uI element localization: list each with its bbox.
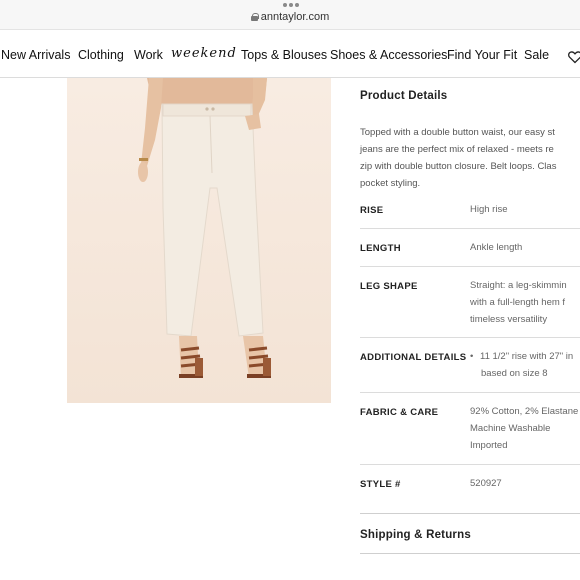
nav-shoes-accessories[interactable]: Shoes & Accessories: [330, 48, 447, 62]
url-text: anntaylor.com: [260, 11, 330, 23]
nav-find-your-fit[interactable]: Find Your Fit: [447, 48, 517, 62]
nav-new-arrivals[interactable]: New Arrivals: [1, 48, 70, 62]
nav-sale[interactable]: Sale: [524, 48, 549, 62]
browser-bar: anntaylor.com: [0, 0, 580, 30]
description-line: jeans are the perfect mix of relaxed - m…: [360, 144, 554, 155]
divider: [360, 266, 580, 267]
spec-value-fabric-care: Imported: [470, 440, 508, 451]
spec-value-style-number: 520927: [470, 478, 502, 489]
spec-label-additional-details: ADDITIONAL DETAILS: [360, 352, 467, 363]
more-dots-icon[interactable]: [283, 3, 299, 7]
bullet-icon: •: [470, 351, 474, 362]
product-image[interactable]: [67, 78, 331, 403]
model-illustration: [67, 78, 331, 403]
spec-label-style-number: STYLE #: [360, 479, 401, 490]
divider: [360, 228, 580, 229]
spec-value-leg-shape: with a full-length hem f: [470, 297, 566, 308]
spec-value-fabric-care: Machine Washable: [470, 423, 551, 434]
heart-icon[interactable]: [568, 50, 580, 64]
product-details-heading[interactable]: Product Details: [360, 90, 447, 102]
divider: [360, 337, 580, 338]
divider: [360, 553, 580, 554]
spec-value-additional-details: • 11 1/2" rise with 27" in: [470, 348, 573, 365]
description-line: zip with double button closure. Belt loo…: [360, 161, 557, 172]
nav-tops-blouses[interactable]: Tops & Blouses: [241, 48, 327, 62]
nav-work[interactable]: Work: [134, 48, 163, 62]
main-nav: New Arrivals Clothing Work weekend Tops …: [0, 30, 580, 78]
nav-clothing[interactable]: Clothing: [78, 48, 124, 62]
spec-label-length: LENGTH: [360, 243, 401, 254]
address-bar[interactable]: anntaylor.com: [0, 11, 580, 23]
lock-icon: [250, 13, 259, 21]
spec-value-leg-shape: timeless versatility: [470, 314, 548, 325]
spec-value-rise: High rise: [470, 204, 508, 215]
divider: [360, 464, 580, 465]
spec-value-length: Ankle length: [470, 242, 523, 253]
divider: [360, 513, 580, 514]
product-description: Topped with a double button waist, our e…: [360, 124, 580, 192]
spec-label-rise: RISE: [360, 205, 384, 216]
divider: [360, 392, 580, 393]
description-line: pocket styling.: [360, 178, 421, 189]
spec-value-leg-shape: Straight: a leg-skimmin: [470, 280, 567, 291]
spec-label-leg-shape: LEG SHAPE: [360, 281, 418, 292]
spec-value-fabric-care: 92% Cotton, 2% Elastane: [470, 406, 579, 417]
nav-weekend[interactable]: weekend: [171, 46, 237, 61]
spec-value-additional-details: based on size 8: [481, 368, 548, 379]
description-line: Topped with a double button waist, our e…: [360, 127, 555, 138]
shipping-returns-heading[interactable]: Shipping & Returns: [360, 529, 471, 541]
spec-label-fabric-care: FABRIC & CARE: [360, 407, 439, 418]
additional-detail-text: 11 1/2" rise with 27" in: [480, 351, 574, 362]
